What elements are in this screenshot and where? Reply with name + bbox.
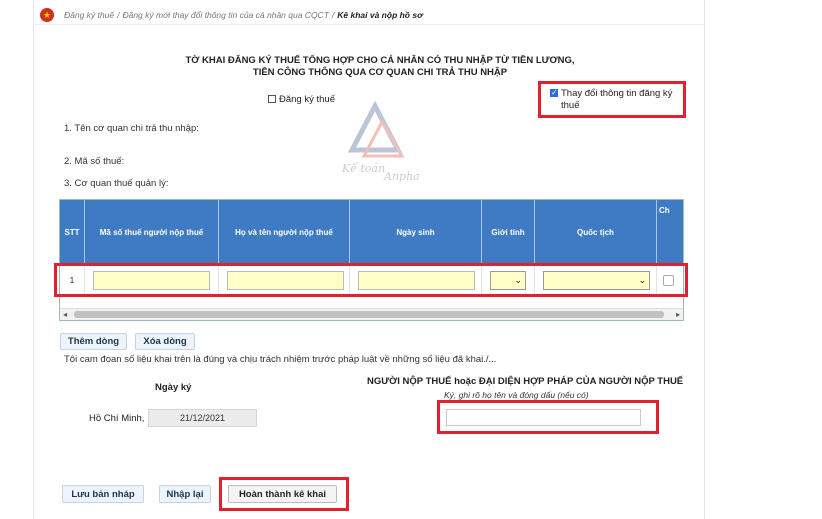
breadcrumb-item-register[interactable]: Đăng ký thuế bbox=[64, 10, 114, 20]
col-full-name: Họ và tên người nộp thuế bbox=[219, 200, 350, 265]
watermark-text-2: Anpha bbox=[383, 170, 420, 183]
register-checkbox[interactable] bbox=[268, 95, 276, 103]
page-right-border bbox=[704, 0, 705, 519]
register-option[interactable]: Đăng ký thuế bbox=[268, 94, 335, 105]
breadcrumb-separator: / bbox=[117, 10, 120, 20]
horizontal-scrollbar[interactable]: ◂ ▸ bbox=[60, 308, 683, 320]
form-title-line1: TỜ KHAI ĐĂNG KÝ THUẾ TỔNG HỢP CHO CÁ NHÂ… bbox=[185, 55, 575, 66]
taxpayer-grid: STT Mã số thuế người nộp thuế Họ và tên … bbox=[59, 199, 684, 321]
page-left-border bbox=[33, 0, 34, 519]
tax-office-label: 3. Cơ quan thuế quản lý: bbox=[64, 178, 169, 189]
watermark-text-1: Kế toán bbox=[341, 162, 385, 175]
highlight-box-change-info bbox=[538, 81, 686, 118]
breadcrumb-current: Kê khai và nộp hồ sơ bbox=[337, 10, 423, 20]
col-stt: STT bbox=[60, 200, 85, 265]
save-draft-button[interactable]: Lưu bản nháp bbox=[62, 485, 144, 503]
register-checkbox-label: Đăng ký thuế bbox=[279, 94, 335, 105]
col-truncated: Ch bbox=[659, 206, 670, 215]
col-nationality: Quốc tịch bbox=[535, 200, 657, 265]
sign-date-label: Ngày ký bbox=[155, 382, 192, 393]
col-tax-code: Mã số thuế người nộp thuế bbox=[85, 200, 219, 265]
highlight-box-complete bbox=[219, 477, 349, 511]
taxpayer-note: Ký, ghi rõ họ tên và đóng dấu (nếu có) bbox=[444, 390, 589, 400]
breadcrumb-separator: / bbox=[331, 10, 335, 20]
breadcrumb-item-change-info[interactable]: Đăng ký mới thay đổi thông tin của cá nh… bbox=[122, 10, 328, 20]
reenter-button[interactable]: Nhập lại bbox=[159, 485, 211, 503]
national-emblem-icon bbox=[40, 8, 54, 22]
form-title: TỜ KHAI ĐĂNG KÝ THUẾ TỔNG HỢP CHO CÁ NHÂ… bbox=[150, 55, 610, 79]
scroll-thumb[interactable] bbox=[74, 311, 664, 318]
taxpayer-heading: NGƯỜI NỘP THUẾ hoặc ĐẠI DIỆN HỢP PHÁP CỦ… bbox=[367, 376, 684, 387]
declaration-text: Tôi cam đoan số liệu khai trên là đúng v… bbox=[64, 354, 497, 365]
divider bbox=[34, 24, 704, 25]
tax-code-label: 2. Mã số thuế: bbox=[64, 156, 125, 167]
scroll-left-icon[interactable]: ◂ bbox=[63, 309, 67, 320]
sign-place: Hồ Chí Minh, bbox=[89, 413, 145, 424]
add-row-button[interactable]: Thêm dòng bbox=[60, 333, 127, 350]
highlight-box-signature bbox=[437, 400, 659, 434]
sign-date-field[interactable]: 21/12/2021 bbox=[148, 409, 257, 427]
breadcrumb: Đăng ký thuế / Đăng ký mới thay đổi thôn… bbox=[40, 6, 423, 24]
form-title-line2: TIỀN CÔNG THÔNG QUA CƠ QUAN CHI TRẢ THU … bbox=[252, 67, 508, 78]
grid-header: STT Mã số thuế người nộp thuế Họ và tên … bbox=[60, 200, 683, 265]
col-birth-date: Ngày sinh bbox=[350, 200, 482, 265]
scroll-right-icon[interactable]: ▸ bbox=[676, 309, 680, 320]
payer-name-label: 1. Tên cơ quan chi trả thu nhập: bbox=[64, 123, 199, 134]
col-gender: Giới tính bbox=[482, 200, 535, 265]
highlight-box-table-row bbox=[54, 263, 688, 297]
delete-row-button[interactable]: Xóa dòng bbox=[135, 333, 195, 350]
anpha-watermark-logo: Kế toán Anpha bbox=[341, 100, 420, 183]
